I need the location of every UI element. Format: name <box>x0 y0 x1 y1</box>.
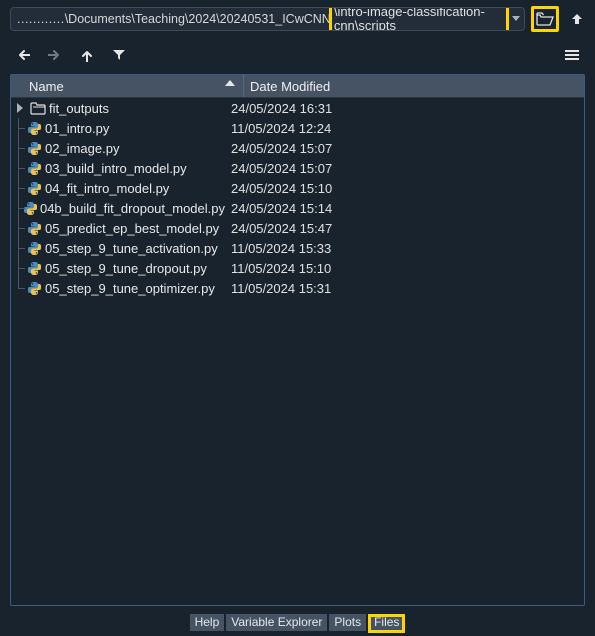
file-name-label: 05_predict_ep_best_model.py <box>43 221 219 236</box>
path-dropdown-icon[interactable] <box>509 9 522 29</box>
open-folder-button[interactable] <box>531 6 559 32</box>
python-file-icon <box>25 221 43 236</box>
cell-name: fit_outputs <box>11 101 225 116</box>
expand-icon[interactable] <box>11 103 29 113</box>
cell-date: 24/05/2024 15:10 <box>225 181 584 196</box>
python-file-icon <box>25 181 43 196</box>
file-name-label: 05_step_9_tune_dropout.py <box>43 261 207 276</box>
table-row[interactable]: fit_outputs 24/05/2024 16:31 <box>11 98 584 118</box>
file-name-label: fit_outputs <box>47 101 109 116</box>
tab-files[interactable]: Files <box>368 614 405 633</box>
panel-tabs: HelpVariable ExplorerPlotsFiles <box>0 614 595 636</box>
forward-button[interactable] <box>42 42 68 68</box>
tree-line <box>11 158 25 178</box>
column-name[interactable]: Name <box>11 75 244 97</box>
filter-button[interactable] <box>106 42 132 68</box>
path-highlighted-text: \intro-image-classification-cnn\scripts <box>334 7 485 31</box>
python-file-icon <box>25 261 43 276</box>
file-toolbar <box>0 38 595 72</box>
path-highlighted-segment: \intro-image-classification-cnn\scripts <box>329 7 509 31</box>
tree-line <box>11 258 25 278</box>
python-file-icon <box>25 121 43 136</box>
panel-menu-button[interactable] <box>559 42 585 68</box>
tab-plots[interactable]: Plots <box>329 614 366 631</box>
file-name-label: 05_step_9_tune_activation.py <box>43 241 218 256</box>
file-name-label: 03_build_intro_model.py <box>43 161 187 176</box>
tree-header: Name Date Modified <box>11 75 584 98</box>
cell-date: 24/05/2024 16:31 <box>225 101 584 116</box>
cell-date: 24/05/2024 15:47 <box>225 221 584 236</box>
cell-name: 03_build_intro_model.py <box>11 158 225 178</box>
path-prefix: \Documents\Teaching\2024\20240531_ICwCNN <box>65 12 331 26</box>
cell-name: 04b_build_fit_dropout_model.py <box>11 198 225 218</box>
column-name-label: Name <box>29 79 64 94</box>
cell-date: 11/05/2024 15:31 <box>225 281 584 296</box>
tree-line <box>11 118 25 138</box>
parent-dir-button[interactable] <box>565 7 589 31</box>
table-row[interactable]: 03_build_intro_model.py 24/05/2024 15:07 <box>11 158 584 178</box>
tree-line <box>11 278 25 298</box>
path-prefix-dots: ............ <box>17 12 65 26</box>
cell-name: 04_fit_intro_model.py <box>11 178 225 198</box>
file-name-label: 04_fit_intro_model.py <box>43 181 169 196</box>
cell-name: 05_step_9_tune_optimizer.py <box>11 278 225 298</box>
file-name-label: 01_intro.py <box>43 121 109 136</box>
table-row[interactable]: 04_fit_intro_model.py 24/05/2024 15:10 <box>11 178 584 198</box>
cell-name: 02_image.py <box>11 138 225 158</box>
tree-line <box>11 218 25 238</box>
table-row[interactable]: 02_image.py 24/05/2024 15:07 <box>11 138 584 158</box>
sort-asc-icon <box>225 79 235 87</box>
cell-date: 11/05/2024 15:33 <box>225 241 584 256</box>
cell-date: 24/05/2024 15:07 <box>225 141 584 156</box>
cell-name: 05_predict_ep_best_model.py <box>11 218 225 238</box>
table-row[interactable]: 01_intro.py 11/05/2024 12:24 <box>11 118 584 138</box>
path-input[interactable]: ............ \Documents\Teaching\2024\20… <box>10 7 525 31</box>
table-row[interactable]: 04b_build_fit_dropout_model.py24/05/2024… <box>11 198 584 218</box>
python-file-icon <box>25 281 43 296</box>
tree-line <box>11 198 23 218</box>
python-file-icon <box>23 201 38 216</box>
up-button[interactable] <box>74 42 100 68</box>
column-date-label: Date Modified <box>250 79 330 94</box>
cell-date: 11/05/2024 12:24 <box>225 121 584 136</box>
folder-icon <box>29 102 47 115</box>
tab-variable-explorer[interactable]: Variable Explorer <box>226 614 327 631</box>
table-row[interactable]: 05_step_9_tune_optimizer.py 11/05/2024 15… <box>11 278 584 298</box>
cell-date: 24/05/2024 15:14 <box>225 201 584 216</box>
cell-date: 24/05/2024 15:07 <box>225 161 584 176</box>
python-file-icon <box>25 241 43 256</box>
python-file-icon <box>25 141 43 156</box>
cell-name: 01_intro.py <box>11 118 225 138</box>
file-name-label: 02_image.py <box>43 141 119 156</box>
tree-line <box>11 238 25 258</box>
file-tree: Name Date Modified fit_outputs 24/05/2024… <box>10 74 585 606</box>
back-button[interactable] <box>10 42 36 68</box>
path-bar: ............ \Documents\Teaching\2024\20… <box>0 0 595 38</box>
table-row[interactable]: 05_step_9_tune_activation.py 11/05/2024 1… <box>11 238 584 258</box>
tree-body[interactable]: fit_outputs 24/05/2024 16:31 01_intro.py 11… <box>11 98 584 605</box>
file-name-label: 04b_build_fit_dropout_model.py <box>38 201 225 216</box>
files-panel: ............ \Documents\Teaching\2024\20… <box>0 0 595 636</box>
tree-line <box>11 138 25 158</box>
tab-help[interactable]: Help <box>190 614 225 631</box>
table-row[interactable]: 05_predict_ep_best_model.py 24/05/2024 15… <box>11 218 584 238</box>
python-file-icon <box>25 161 43 176</box>
tree-line <box>11 178 25 198</box>
file-name-label: 05_step_9_tune_optimizer.py <box>43 281 215 296</box>
column-date[interactable]: Date Modified <box>244 75 584 97</box>
cell-name: 05_step_9_tune_dropout.py <box>11 258 225 278</box>
table-row[interactable]: 05_step_9_tune_dropout.py 11/05/2024 15:1… <box>11 258 584 278</box>
cell-name: 05_step_9_tune_activation.py <box>11 238 225 258</box>
cell-date: 11/05/2024 15:10 <box>225 261 584 276</box>
